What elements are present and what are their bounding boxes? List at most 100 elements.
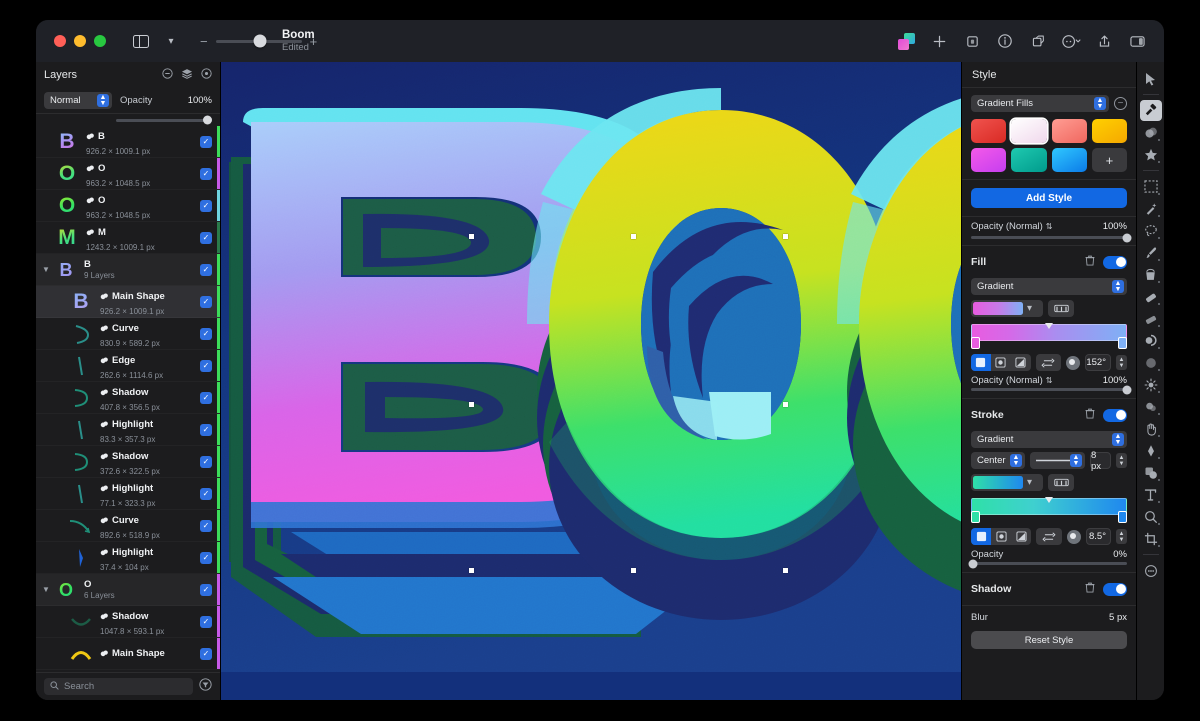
trash-icon[interactable]	[1085, 253, 1095, 271]
layer-visibility-checkbox[interactable]: ✓	[200, 168, 212, 180]
layer-visibility-checkbox[interactable]: ✓	[200, 232, 212, 244]
selection-handle[interactable]	[783, 568, 788, 573]
search-input[interactable]: Search	[44, 678, 193, 695]
crop-icon[interactable]	[961, 30, 983, 52]
layer-row[interactable]: BB926.2 × 1009.1 px✓	[36, 126, 220, 158]
radial-gradient-icon[interactable]	[991, 354, 1011, 371]
layer-row[interactable]: Highlight77.1 × 323.3 px✓	[36, 478, 220, 510]
repeat-icon[interactable]	[1036, 354, 1062, 371]
layers-opacity-slider[interactable]	[116, 119, 210, 122]
layer-list[interactable]: BB926.2 × 1009.1 px✓OO963.2 × 1048.5 px✓…	[36, 126, 220, 672]
blend-mode-select[interactable]: Normal ▲▼	[44, 92, 112, 109]
transform-icon[interactable]	[1027, 30, 1049, 52]
magic-wand-tool[interactable]	[1140, 198, 1162, 219]
fill-toggle[interactable]	[1103, 256, 1127, 269]
move-tool[interactable]	[1140, 68, 1162, 89]
layer-visibility-checkbox[interactable]: ✓	[200, 328, 212, 340]
panel-options-button[interactable]: ▾	[158, 30, 184, 52]
fill-angle-stepper[interactable]: ▲▼	[1116, 355, 1127, 370]
clone-stamp-tool[interactable]	[1140, 330, 1162, 351]
stroke-angle-stepper[interactable]: ▲▼	[1116, 529, 1127, 544]
layer-row[interactable]: Main Shape✓	[36, 638, 220, 670]
target-icon[interactable]	[201, 66, 212, 84]
layer-visibility-checkbox[interactable]: ✓	[200, 424, 212, 436]
style-preset-select[interactable]: Gradient Fills ▲▼	[971, 95, 1109, 112]
stack-icon[interactable]	[181, 66, 193, 84]
sharpen-tool[interactable]	[1140, 374, 1162, 395]
trash-icon[interactable]	[1085, 406, 1095, 424]
style-swatch-white-pink[interactable]	[1011, 119, 1046, 143]
zoom-out-label[interactable]: −	[200, 35, 208, 48]
blend-tool[interactable]	[1140, 122, 1162, 143]
traffic-lights[interactable]	[54, 35, 106, 47]
layer-visibility-checkbox[interactable]: ✓	[200, 616, 212, 628]
smudge-tool[interactable]	[1140, 396, 1162, 417]
add-swatch-button[interactable]: +	[1092, 148, 1127, 172]
tool-rail[interactable]	[1136, 62, 1164, 700]
layer-visibility-checkbox[interactable]: ✓	[200, 264, 212, 276]
chevron-updown-icon[interactable]: ▲▼	[1070, 454, 1082, 467]
shadow-toggle[interactable]	[1103, 583, 1127, 596]
layer-row[interactable]: OO963.2 × 1048.5 px✓	[36, 190, 220, 222]
stroke-width-field[interactable]: 8 px	[1090, 452, 1111, 469]
style-swatch-grid[interactable]: +	[971, 119, 1127, 172]
layer-row[interactable]: Curve892.6 × 518.9 px✓	[36, 510, 220, 542]
canvas[interactable]	[221, 62, 961, 700]
lasso-select-tool[interactable]	[1140, 220, 1162, 241]
stroke-type-select[interactable]: Gradient ▲▼	[971, 431, 1127, 448]
disclosure-chevron-icon[interactable]: ▼	[40, 585, 52, 594]
zoom-tool[interactable]	[1140, 506, 1162, 527]
fill-type-select[interactable]: Gradient ▲▼	[971, 278, 1127, 295]
fill-gradient-midpoint[interactable]	[1045, 323, 1053, 329]
stroke-gradient-slider[interactable]	[971, 498, 1127, 524]
layer-row[interactable]: Shadow407.8 × 356.5 px✓	[36, 382, 220, 414]
layer-row[interactable]: BMain Shape926.2 × 1009.1 px✓	[36, 286, 220, 318]
chevron-updown-icon[interactable]: ▲▼	[1094, 97, 1106, 110]
layer-visibility-checkbox[interactable]: ✓	[200, 456, 212, 468]
fill-gradient-slider[interactable]	[971, 324, 1127, 350]
share-icon[interactable]	[1093, 30, 1115, 52]
style-opacity-knob[interactable]	[1123, 233, 1132, 242]
layer-visibility-checkbox[interactable]: ✓	[200, 584, 212, 596]
gavel-tool[interactable]	[1140, 100, 1162, 121]
fill-gradient-preview[interactable]: ▾	[971, 300, 1043, 317]
layer-group-row[interactable]: ▼OO6 Layers✓	[36, 574, 220, 606]
selection-handle[interactable]	[631, 568, 636, 573]
zoom-knob[interactable]	[254, 35, 267, 48]
radial-gradient-icon[interactable]	[991, 528, 1011, 545]
linear-gradient-icon[interactable]	[971, 528, 991, 545]
layer-visibility-checkbox[interactable]: ✓	[200, 296, 212, 308]
chevron-updown-icon[interactable]: ▲▼	[1112, 433, 1124, 446]
crop-tool[interactable]	[1140, 528, 1162, 549]
layers-opacity-knob[interactable]	[203, 116, 212, 125]
chevron-updown-icon[interactable]: ▲▼	[1010, 454, 1022, 467]
fill-angle-field[interactable]: 152°	[1085, 354, 1111, 371]
selection-handle[interactable]	[783, 234, 788, 239]
stroke-gradient-stop-right[interactable]	[1118, 511, 1127, 523]
inspector-icon[interactable]	[1126, 30, 1148, 52]
text-tool[interactable]	[1140, 484, 1162, 505]
chevron-updown-icon[interactable]: ⇅	[1046, 376, 1053, 385]
layer-visibility-checkbox[interactable]: ✓	[200, 392, 212, 404]
info-icon[interactable]	[994, 30, 1016, 52]
hand-tool[interactable]	[1140, 418, 1162, 439]
layer-row[interactable]: OO963.2 × 1048.5 px✓	[36, 158, 220, 190]
style-opacity-slider[interactable]	[971, 236, 1127, 239]
layer-row[interactable]: Shadow1047.8 × 593.1 px✓	[36, 606, 220, 638]
stroke-gradient-kind-segment[interactable]	[971, 528, 1031, 545]
layer-row[interactable]: Edge262.6 × 1114.6 px✓	[36, 350, 220, 382]
linear-gradient-icon[interactable]	[971, 354, 991, 371]
stroke-width-stepper[interactable]: ▲▼	[1116, 453, 1127, 468]
conical-gradient-icon[interactable]	[1011, 354, 1031, 371]
noise-icon[interactable]	[1067, 530, 1081, 544]
stroke-alignment-select[interactable]: Center ▲▼	[971, 452, 1025, 469]
color-swatch-icon[interactable]	[895, 30, 917, 52]
stroke-toggle[interactable]	[1103, 409, 1127, 422]
selection-handle[interactable]	[469, 568, 474, 573]
style-swatch-magenta[interactable]	[971, 148, 1006, 172]
add-style-button[interactable]: Add Style	[971, 188, 1127, 208]
selection-handle[interactable]	[631, 234, 636, 239]
style-swatch-gold[interactable]	[1092, 119, 1127, 143]
minimize-button[interactable]	[74, 35, 86, 47]
stroke-opacity-slider[interactable]	[971, 562, 1127, 565]
